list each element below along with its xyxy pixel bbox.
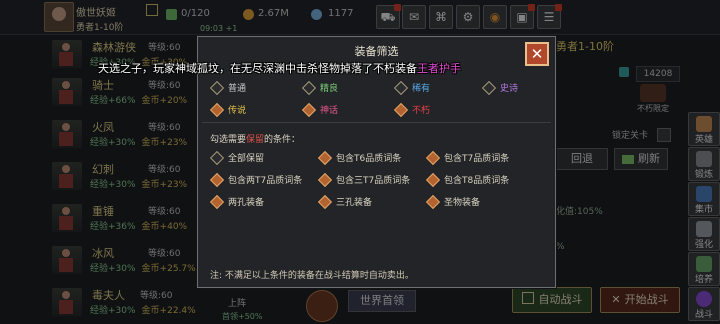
close-icon[interactable]: ✕: [525, 42, 549, 66]
checkbox-diamond-icon: [481, 80, 497, 96]
condition-header: 勾选需要保留的条件：: [210, 132, 300, 145]
checkbox-diamond-icon: [425, 172, 441, 188]
option-label: 不朽: [412, 106, 431, 116]
condition-header-prefix: 勾选需要: [210, 135, 247, 145]
option-label: 两孔装备: [228, 198, 265, 208]
checkbox-diamond-icon: [425, 194, 441, 210]
checkbox-diamond-icon: [393, 80, 409, 96]
condition-header-highlight: 保留: [246, 135, 265, 145]
checkbox-diamond-icon: [317, 194, 333, 210]
checkbox-diamond-icon: [209, 172, 225, 188]
auto-sell-note: 注: 不满足以上条件的装备在战斗结算时自动卖出。: [210, 271, 414, 281]
option-label: 史诗: [500, 84, 519, 94]
checkbox-diamond-icon: [209, 80, 225, 96]
checkbox-diamond-icon: [317, 150, 333, 166]
checkbox-diamond-icon: [301, 102, 317, 118]
checkbox-diamond-icon: [317, 172, 333, 188]
divider: [202, 122, 551, 123]
announcement-text: 天选之子，玩家神域孤坟，在无尽深渊中击杀怪物掉落了不朽装备: [98, 62, 417, 75]
condition-header-suffix: 的条件：: [264, 135, 301, 145]
announcement-item: 王者护手: [417, 62, 461, 75]
checkbox-diamond-icon: [209, 150, 225, 166]
option-label: 普通: [228, 84, 247, 94]
checkbox-diamond-icon: [425, 150, 441, 166]
option-label: 包含T8品质词条: [444, 176, 510, 186]
option-label: 三孔装备: [336, 198, 373, 208]
option-label: 稀有: [412, 84, 431, 94]
option-label: 包含T7品质词条: [444, 154, 510, 164]
checkbox-diamond-icon: [209, 102, 225, 118]
checkbox-diamond-icon: [393, 102, 409, 118]
dialog-title: 装备筛选: [354, 45, 399, 58]
option-label: 神话: [320, 106, 339, 116]
option-label: 包含T6品质词条: [336, 154, 402, 164]
option-label: 包含三T7品质词条: [336, 176, 411, 186]
option-label: 传说: [228, 106, 247, 116]
checkbox-diamond-icon: [301, 80, 317, 96]
world-announcement: 天选之子，玩家神域孤坟，在无尽深渊中击杀怪物掉落了不朽装备王者护手: [98, 60, 461, 76]
checkbox-diamond-icon: [209, 194, 225, 210]
option-label: 全部保留: [228, 154, 265, 164]
option-label: 包含两T7品质词条: [228, 176, 303, 186]
option-label: 圣物装备: [444, 198, 481, 208]
option-label: 精良: [320, 84, 339, 94]
